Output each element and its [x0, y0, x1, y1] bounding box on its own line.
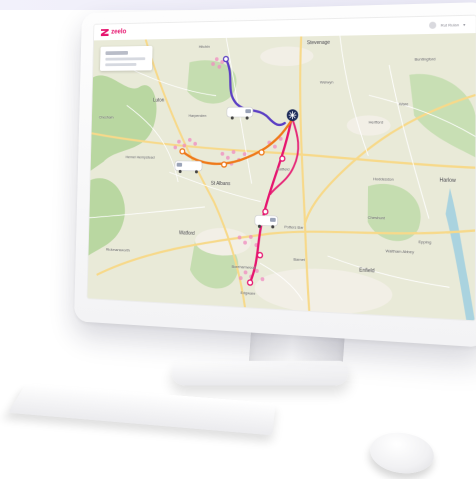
town-label: Edgware	[240, 290, 256, 296]
town-label: Potters Bar	[284, 224, 304, 230]
stop-marker-icon[interactable]	[180, 149, 185, 154]
town-label: Buntingford	[414, 56, 436, 62]
town-label: Rickmansworth	[105, 246, 130, 253]
user-name: Rut Rulan	[440, 22, 460, 28]
town-label: Hemel Hempstead	[125, 154, 155, 160]
town-label: Cheshunt	[367, 214, 385, 221]
town-label: Harlow	[439, 177, 456, 185]
stop-marker-icon[interactable]	[280, 156, 285, 161]
monitor: zeelo Rut Rulan ▾ Stevenage Hitchin Luto…	[73, 1, 476, 348]
brand-logo[interactable]: zeelo	[101, 28, 127, 36]
product-scene: zeelo Rut Rulan ▾ Stevenage Hitchin Luto…	[0, 0, 476, 479]
stop-marker-icon[interactable]	[257, 252, 262, 257]
keyboard	[7, 383, 276, 436]
town-label: Barnet	[293, 256, 305, 263]
town-label: Stevenage	[306, 39, 331, 47]
monitor-screen: zeelo Rut Rulan ▾ Stevenage Hitchin Luto…	[86, 14, 476, 322]
town-label: Harpenden	[188, 112, 207, 118]
zeelo-z-logo-icon	[101, 29, 109, 37]
map-canvas[interactable]	[87, 33, 476, 321]
town-label: Enfield	[359, 267, 375, 275]
monitor-stand-base	[170, 360, 350, 386]
town-label: Welwyn	[319, 79, 334, 85]
stop-marker-icon[interactable]	[259, 150, 264, 155]
info-card-line-placeholder	[105, 57, 146, 61]
mouse	[367, 428, 437, 478]
chevron-down-icon: ▾	[463, 22, 466, 28]
info-card-title-placeholder	[105, 50, 128, 56]
town-label: Hatfield	[276, 166, 290, 172]
route-info-card[interactable]	[99, 45, 153, 71]
town-label: St Albans	[210, 180, 231, 188]
info-card-line-placeholder	[105, 63, 137, 67]
town-label: Borehamwood	[231, 263, 256, 270]
stop-marker-icon[interactable]	[222, 162, 227, 167]
town-label: Hoddesdon	[373, 176, 394, 182]
user-menu[interactable]: Rut Rulan ▾	[429, 21, 465, 29]
town-label: Hertford	[368, 119, 384, 125]
stop-marker-icon[interactable]	[248, 280, 253, 285]
town-label: Waltham Abbey	[385, 248, 415, 255]
town-label: Hitchin	[198, 43, 210, 49]
town-label: Epping	[418, 239, 432, 245]
route-map[interactable]: Stevenage Hitchin Luton Harpenden Welwyn…	[87, 33, 476, 321]
stop-marker-icon[interactable]	[263, 209, 268, 214]
town-label: Chesham	[98, 114, 114, 120]
town-label: Luton	[153, 97, 165, 104]
user-avatar-icon	[429, 21, 437, 29]
town-label: Watford	[178, 230, 195, 237]
brand-name: zeelo	[111, 28, 127, 36]
stop-marker-icon[interactable]	[223, 56, 228, 61]
town-label: Ware	[398, 101, 409, 107]
